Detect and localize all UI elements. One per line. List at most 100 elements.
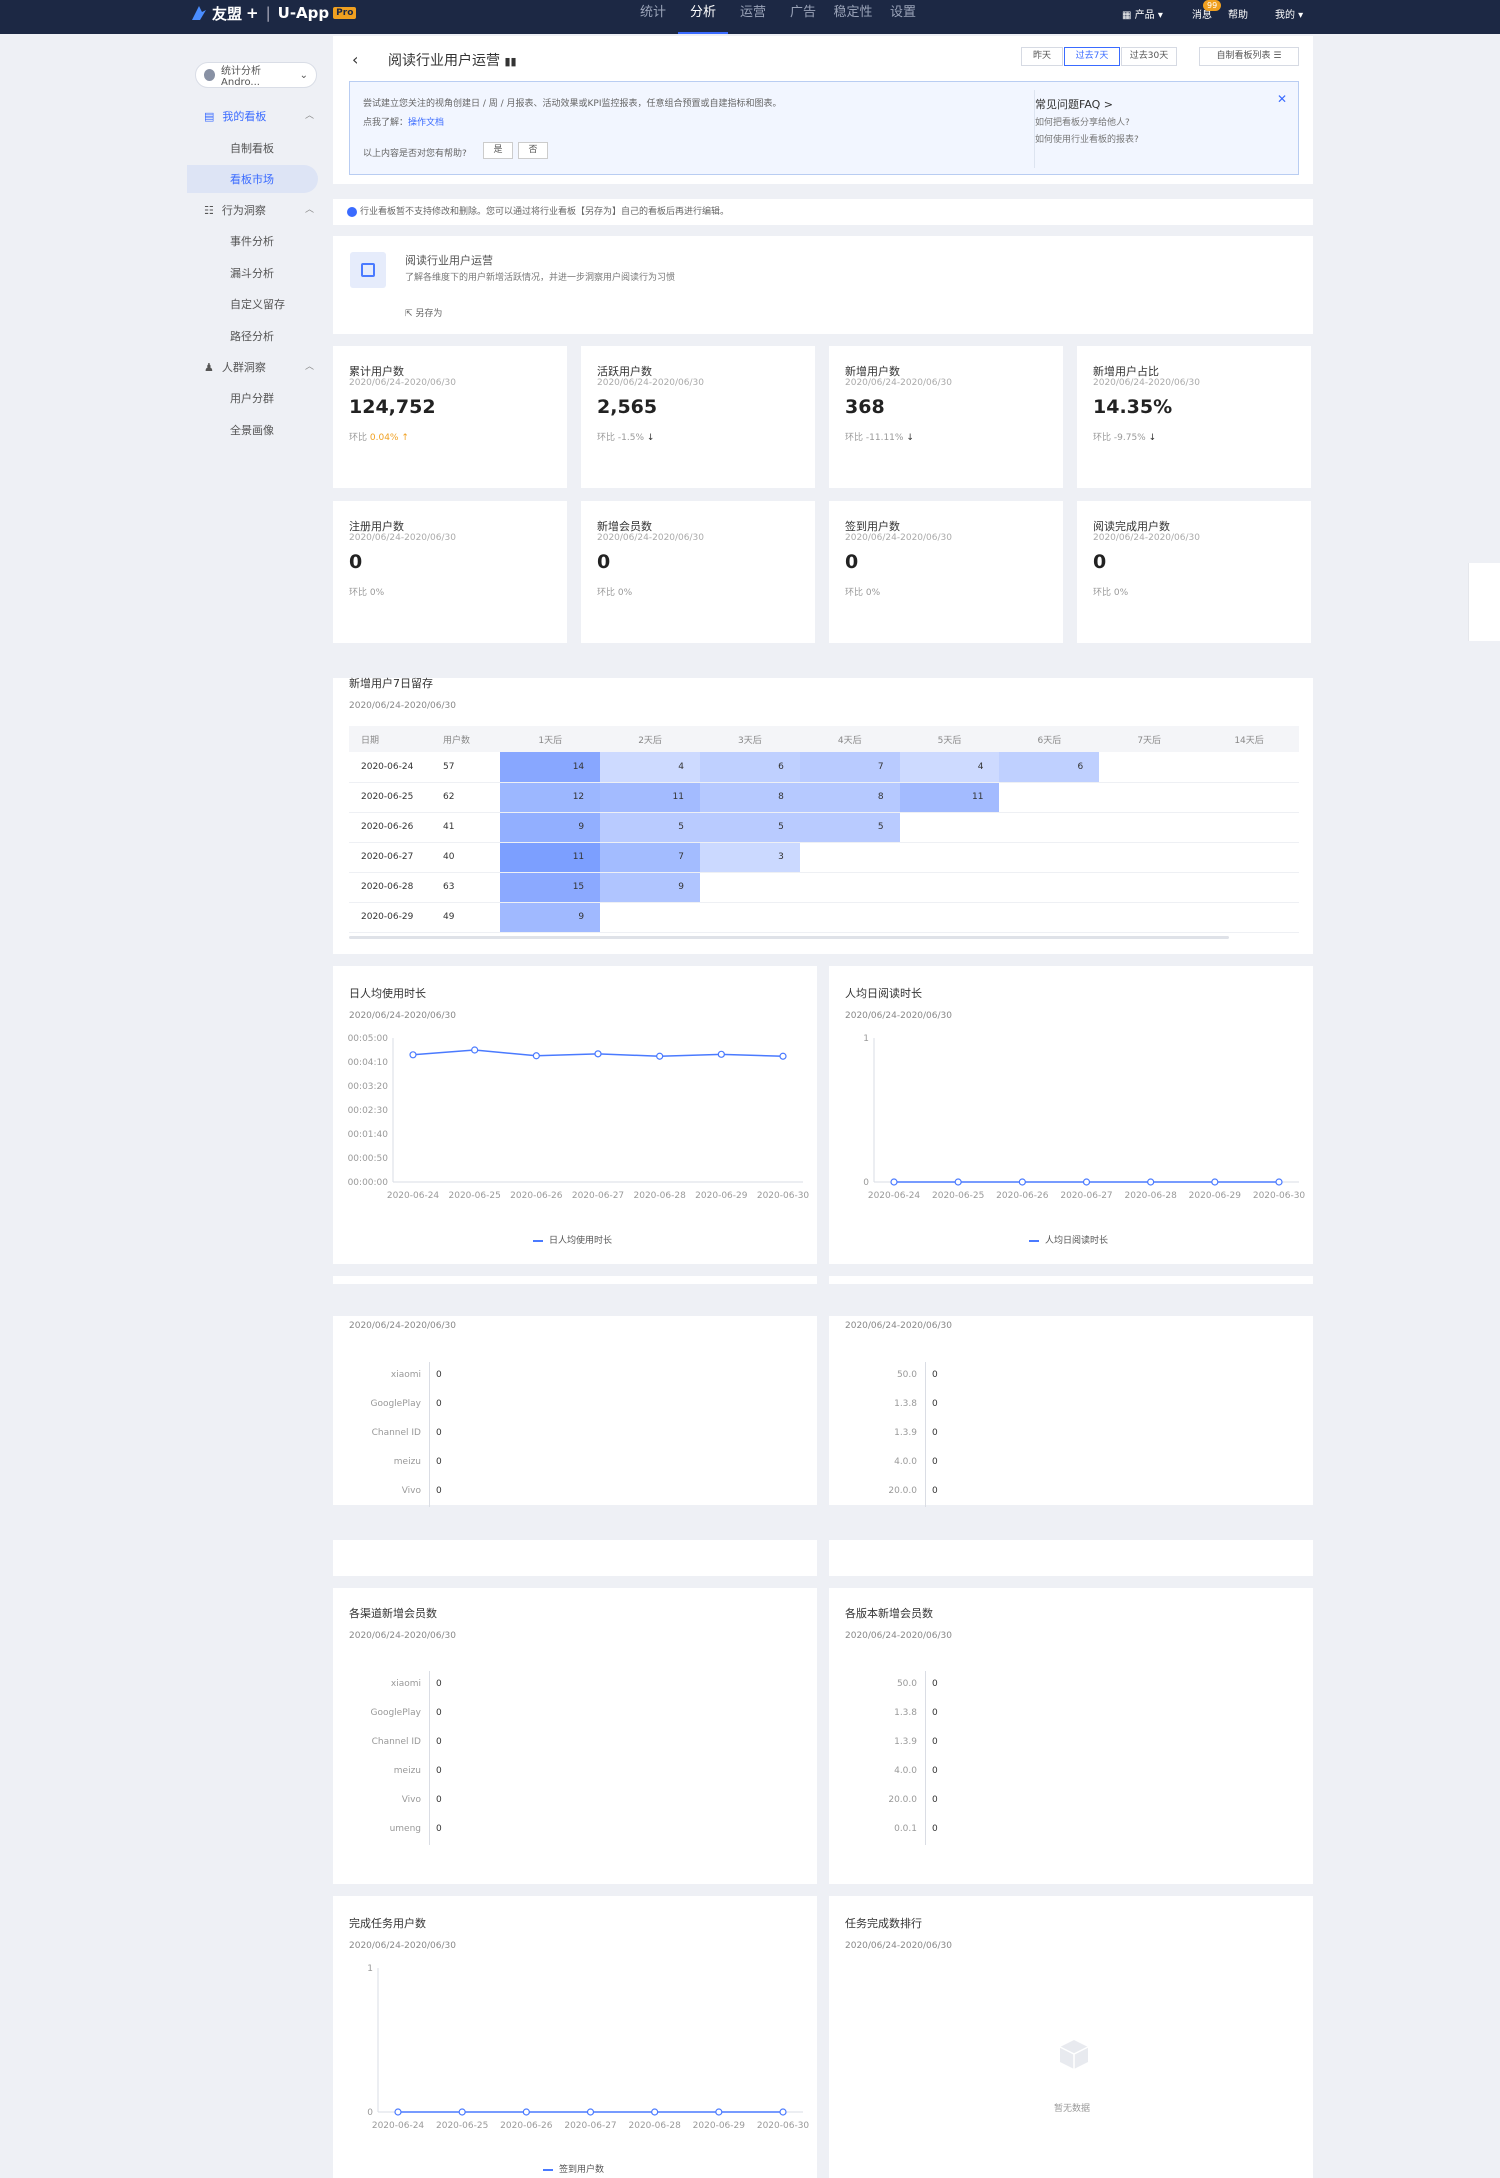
app-selector-label: 统计分析Andro...	[221, 66, 262, 88]
data-point[interactable]	[532, 1052, 540, 1060]
products-menu[interactable]: ▦ 产品 ▾	[1122, 6, 1182, 21]
kpi-value: 0	[597, 551, 611, 573]
nav-item[interactable]: 广告	[778, 0, 828, 34]
notice-bar: 行业看板暂不支持修改和删除。您可以通过将行业看板【另存为】自己的看板后再进行编辑…	[333, 199, 1313, 225]
data-point[interactable]	[1018, 1178, 1026, 1186]
nav-item[interactable]: 稳定性	[828, 0, 878, 34]
tip-doc-link[interactable]: 操作文档	[408, 118, 444, 128]
date-7days-button[interactable]: 过去7天	[1064, 47, 1120, 66]
app-selector[interactable]: 统计分析Andro... ⌄	[195, 62, 317, 88]
kpi-title: 新增用户数	[845, 365, 900, 378]
data-point[interactable]	[954, 1178, 962, 1186]
kpi-change-value: -11.11%	[865, 433, 904, 443]
data-point[interactable]	[522, 2108, 530, 2116]
chart-card-version-register	[829, 1316, 1313, 1505]
save-as-button[interactable]: ⇱ 另存为	[405, 306, 442, 319]
retention-cell	[1099, 812, 1200, 843]
nav-item[interactable]: 分析	[678, 0, 728, 34]
y-tick-label: 00:01:40	[348, 1130, 389, 1140]
bar-value-label: 0	[436, 1486, 442, 1496]
sidebar-item-funnel[interactable]: 漏斗分析	[230, 265, 274, 281]
data-point[interactable]	[586, 2108, 595, 2116]
legend-item[interactable]: 日人均使用时长	[533, 1233, 612, 1246]
data-point[interactable]	[651, 2108, 659, 2116]
retention-cell	[699, 872, 800, 903]
bar-category-label: Channel ID	[371, 1428, 421, 1438]
retention-cell	[1099, 782, 1200, 813]
kpi-value: 14.35%	[1093, 396, 1173, 418]
sidebar-item-custom-board[interactable]: 自制看板	[230, 140, 274, 156]
back-arrow-icon[interactable]: ‹	[352, 50, 358, 69]
feedback-no-button[interactable]: 否	[518, 142, 548, 159]
legend-item[interactable]: 人均日阅读时长	[1029, 1233, 1108, 1246]
sidebar-item-portrait[interactable]: 全景画像	[230, 422, 274, 438]
data-point[interactable]	[717, 1050, 725, 1058]
bar-value-label: 0	[932, 1737, 938, 1747]
sidebar-item-board-market[interactable]: 看板市场	[230, 171, 274, 187]
sidebar-group-audience[interactable]: ♟ 人群洞察 ︿	[204, 359, 314, 375]
sidebar-item-event[interactable]: 事件分析	[230, 233, 274, 249]
data-point[interactable]	[1147, 1178, 1155, 1186]
nav-item[interactable]: 统计	[628, 0, 678, 34]
side-float-tab[interactable]	[1468, 563, 1500, 641]
data-point[interactable]	[715, 2108, 723, 2116]
sidebar-item-path[interactable]: 路径分析	[230, 328, 274, 344]
bar-value-label: 0	[932, 1370, 938, 1380]
chart-card-channel-register	[333, 1316, 817, 1505]
retention-cell	[999, 872, 1100, 903]
retention-cell: 11	[899, 782, 1000, 813]
data-point[interactable]	[409, 1051, 417, 1059]
mine-menu[interactable]: 我的 ▾	[1275, 6, 1315, 21]
data-point[interactable]	[458, 2108, 466, 2116]
bar-value-label: 0	[932, 1486, 938, 1496]
x-tick-label: 2020-06-30	[757, 1191, 810, 1201]
kpi-card: 签到用户数 2020/06/24-2020/06/30 0 环比 0%	[829, 501, 1063, 643]
x-tick-label: 2020-06-24	[868, 1191, 921, 1201]
sidebar-group-behavior[interactable]: ☷ 行为洞察 ︿	[204, 202, 314, 218]
data-point[interactable]	[471, 1046, 479, 1054]
data-point[interactable]	[1211, 1178, 1219, 1186]
table-row: 2020-06-25 62 12 11 8 8 11	[349, 782, 1299, 813]
faq-item[interactable]: 如何使用行业看板的报表?	[1035, 132, 1139, 145]
nav-item[interactable]: 设置	[878, 0, 928, 34]
bar-value-label: 0	[932, 1824, 938, 1834]
data-point[interactable]	[1082, 1178, 1091, 1186]
data-point[interactable]	[656, 1052, 664, 1060]
data-point[interactable]	[779, 2108, 787, 2116]
data-point[interactable]	[594, 1050, 602, 1058]
feedback-yes-button[interactable]: 是	[483, 142, 513, 159]
table-header-cell: 14天后	[1199, 726, 1299, 752]
legend-label: 签到用户数	[559, 2165, 605, 2175]
horizontal-scrollbar[interactable]	[349, 936, 1229, 939]
chevron-up-icon: ︿	[304, 111, 314, 121]
help-link[interactable]: 帮助	[1228, 6, 1258, 21]
nav-item[interactable]: 运营	[728, 0, 778, 34]
sidebar-item-retention[interactable]: 自定义留存	[230, 296, 285, 312]
sidebar-group-my-boards[interactable]: ▤ 我的看板 ︿	[204, 108, 314, 124]
date-30days-button[interactable]: 过去30天	[1121, 47, 1177, 66]
close-icon[interactable]: ✕	[1277, 92, 1287, 106]
bar-value-label: 0	[932, 1795, 938, 1805]
data-point[interactable]	[1275, 1178, 1283, 1186]
faq-title[interactable]: 常见问题FAQ >	[1035, 96, 1113, 112]
legend-item[interactable]: 签到用户数	[543, 2162, 604, 2175]
board-list-button[interactable]: 自制看板列表 ☰	[1199, 47, 1299, 66]
brand-logo[interactable]: 友盟 + | U-App Pro	[190, 0, 357, 26]
bar-category-label: 1.3.9	[894, 1428, 917, 1438]
retention-cell: 7	[600, 842, 700, 873]
table-header-cell: 日期	[349, 726, 431, 752]
bar-category-label: GooglePlay	[370, 1399, 421, 1409]
data-point[interactable]	[890, 1178, 898, 1186]
retention-cell	[1199, 782, 1299, 813]
kpi-date: 2020/06/24-2020/06/30	[1093, 533, 1200, 543]
date-yesterday-button[interactable]: 昨天	[1021, 47, 1063, 66]
board-icon: ▤	[204, 109, 215, 123]
table-cell-date: 2020-06-28	[349, 872, 431, 903]
kpi-change: 环比 -11.11% ↓	[845, 430, 914, 443]
faq-item[interactable]: 如何把看板分享给他人?	[1035, 115, 1130, 128]
kpi-change-label: 环比	[597, 588, 616, 598]
kpi-title: 签到用户数	[845, 520, 900, 533]
data-point[interactable]	[394, 2108, 402, 2116]
sidebar-item-segment[interactable]: 用户分群	[230, 390, 274, 406]
data-point[interactable]	[779, 1052, 787, 1060]
